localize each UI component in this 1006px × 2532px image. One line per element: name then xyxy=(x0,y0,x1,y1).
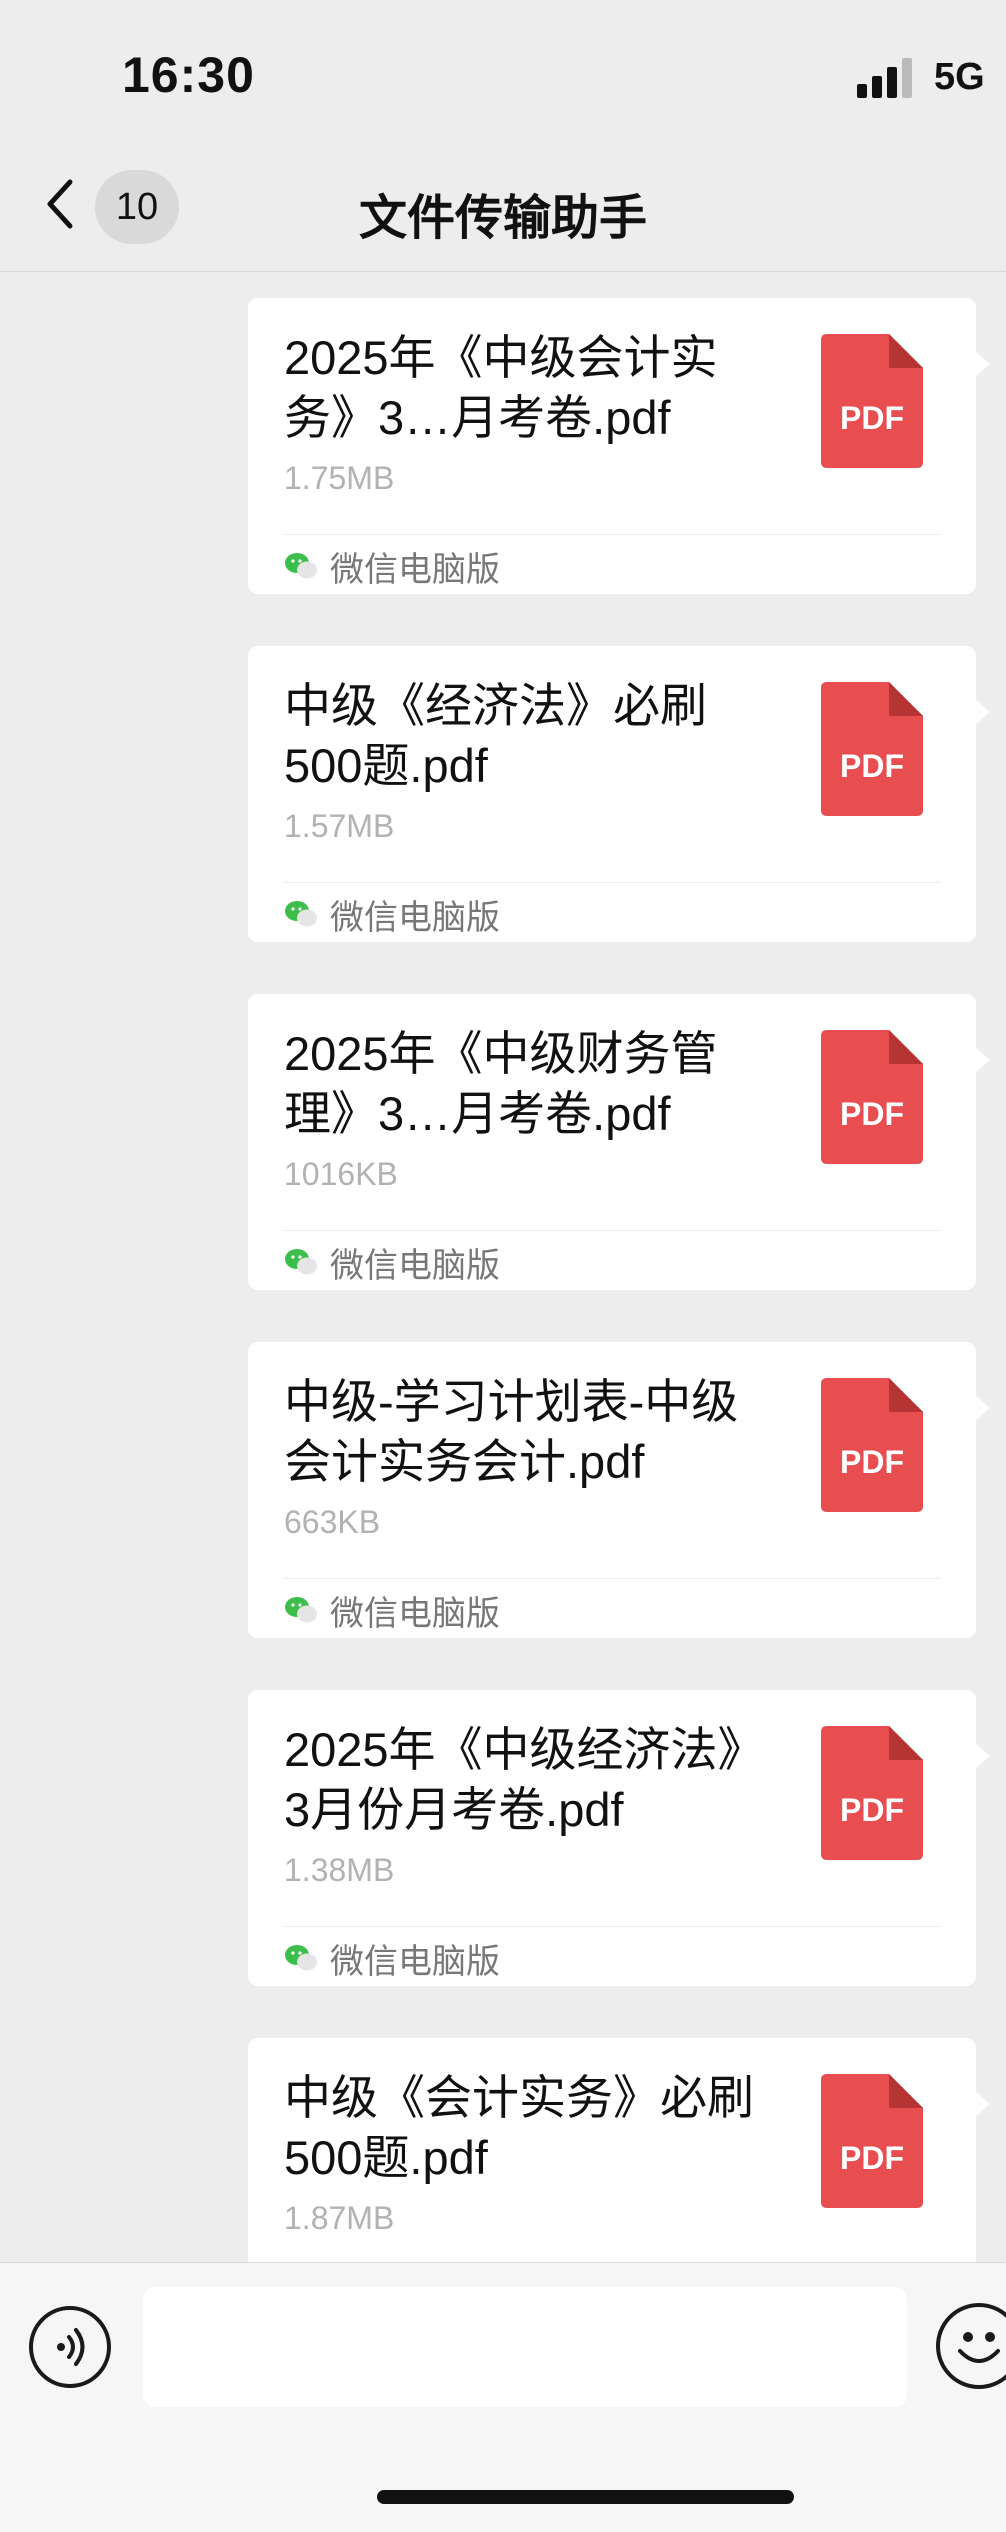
divider xyxy=(284,882,940,883)
file-size: 1.75MB xyxy=(284,460,395,496)
wechat-icon xyxy=(285,1945,317,1971)
file-type-label: PDF xyxy=(840,2140,904,2176)
file-message-card[interactable]: 2025年《中级经济法》3月份月考卷.pdf 1.38MB PDF 微信电脑版 xyxy=(248,1690,990,1986)
file-name: 2025年《中级经济法》3月份月考卷.pdf xyxy=(284,1723,765,1836)
source-label: 微信电脑版 xyxy=(330,1942,500,1981)
source-label: 微信电脑版 xyxy=(330,1594,500,1633)
file-name: 2025年《中级财务管理》3…月考卷.pdf xyxy=(284,1027,718,1140)
message-input[interactable] xyxy=(143,2287,907,2407)
file-name: 2025年《中级会计实务》3…月考卷.pdf xyxy=(284,331,718,444)
file-size: 1.87MB xyxy=(284,2200,395,2236)
file-message-card[interactable]: 2025年《中级财务管理》3…月考卷.pdf 1016KB PDF 微信电脑版 xyxy=(248,994,990,1290)
file-type-label: PDF xyxy=(840,1444,904,1480)
file-type-label: PDF xyxy=(840,748,904,784)
message-source: 微信电脑版 xyxy=(284,1590,500,1633)
file-message-card[interactable]: 2025年《中级会计实务》3…月考卷.pdf 1.75MB PDF 微信电脑版 xyxy=(248,298,990,594)
status-bar: 16:30 5G xyxy=(0,0,1006,150)
divider xyxy=(284,1230,940,1231)
file-size: 1.38MB xyxy=(284,1852,395,1888)
source-label: 微信电脑版 xyxy=(330,1246,500,1285)
file-message-card[interactable]: 中级-学习计划表-中级会计实务会计.pdf 663KB PDF 微信电脑版 xyxy=(248,1342,990,1638)
voice-input-icon[interactable] xyxy=(29,2306,111,2388)
message-source: 微信电脑版 xyxy=(284,894,500,937)
file-name: 中级-学习计划表-中级会计实务会计.pdf xyxy=(284,1375,739,1488)
file-type-label: PDF xyxy=(840,1096,904,1132)
message-source: 微信电脑版 xyxy=(284,1938,500,1981)
home-indicator[interactable] xyxy=(377,2490,794,2504)
emoji-icon[interactable] xyxy=(936,2303,1006,2389)
file-message-card[interactable]: 中级《经济法》必刷500题.pdf 1.57MB PDF 微信电脑版 xyxy=(248,646,990,942)
status-time: 16:30 xyxy=(122,47,255,103)
network-type: 5G xyxy=(934,56,985,98)
source-label: 微信电脑版 xyxy=(330,550,500,589)
signal-icon xyxy=(857,58,913,98)
file-size: 1.57MB xyxy=(284,808,395,844)
message-source: 微信电脑版 xyxy=(284,1242,500,1285)
wechat-icon xyxy=(285,1249,317,1275)
divider xyxy=(284,1926,940,1927)
file-size: 1016KB xyxy=(284,1156,398,1192)
divider xyxy=(284,1578,940,1579)
source-label: 微信电脑版 xyxy=(330,898,500,937)
page-title: 文件传输助手 xyxy=(358,192,647,245)
wechat-icon xyxy=(285,1597,317,1623)
message-source: 微信电脑版 xyxy=(284,546,500,589)
divider xyxy=(284,534,940,535)
wechat-icon xyxy=(285,553,317,579)
file-name: 中级《经济法》必刷500题.pdf xyxy=(284,679,707,792)
wechat-icon xyxy=(285,901,317,927)
file-name: 中级《会计实务》必刷500题.pdf xyxy=(284,2071,754,2184)
file-type-label: PDF xyxy=(840,400,904,436)
file-type-label: PDF xyxy=(840,1792,904,1828)
file-size: 663KB xyxy=(284,1504,381,1540)
